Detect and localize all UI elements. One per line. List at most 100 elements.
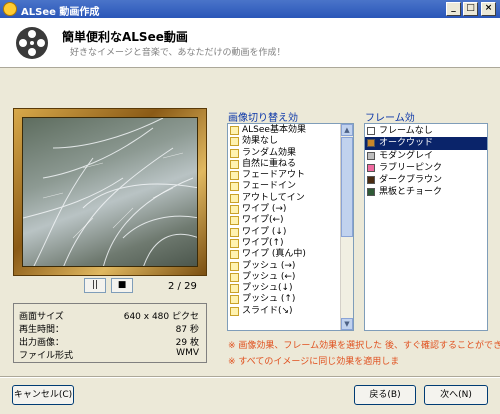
transition-label: ランダム効果 — [242, 147, 297, 158]
transition-effect-icon — [230, 137, 239, 147]
frame-label: フレームなし — [379, 126, 433, 136]
scroll-down-arrow-icon[interactable]: ▼ — [341, 318, 353, 330]
frame-swatch-icon — [367, 151, 375, 160]
note-preview: ※ 画像効果、フレーム効果を選択した 後、すぐ確認することができ — [228, 341, 500, 351]
frame-list-item[interactable]: 黒板とチョーク — [365, 186, 487, 198]
transition-label: プッシュ(↓) — [242, 283, 293, 294]
transition-list-item[interactable]: プッシュ (→) — [228, 261, 341, 272]
transition-list-item[interactable]: ALSee基本効果 — [228, 125, 341, 136]
preview-image — [22, 117, 198, 267]
info-row-duration: 再生時間： 87 秒 — [19, 322, 203, 335]
info-label: 再生時間： — [19, 325, 65, 335]
frame-list-item[interactable]: モダングレイ — [365, 150, 487, 162]
transition-list-item[interactable]: ランダム効果 — [228, 148, 341, 159]
info-value: 29 枚 — [175, 338, 199, 348]
transition-effect-icon — [230, 295, 239, 305]
transition-list-item[interactable]: プッシュ(↓) — [228, 283, 341, 294]
frames-label: フレーム効 — [365, 113, 415, 124]
transition-effect-icon — [230, 126, 239, 135]
transitions-scrollbar[interactable]: ▲ ▼ — [340, 124, 353, 330]
transition-effect-icon — [230, 159, 239, 169]
frame-label: 黒板とチョーク — [379, 187, 443, 198]
page-counter: 2 / 29 — [168, 281, 197, 292]
transition-label: ワイプ(←) — [242, 215, 284, 226]
transition-label: プッシュ (←) — [242, 271, 296, 282]
transition-label: スライド(↘) — [242, 305, 293, 316]
transitions-label: 画像切り替え効 — [228, 113, 298, 124]
info-row-format: ファイル形式 WMV — [19, 348, 203, 361]
back-button[interactable]: 戻る(B) — [354, 385, 416, 405]
transition-label: ワイプ(↑) — [242, 237, 284, 248]
transition-effect-icon — [230, 306, 239, 316]
scroll-up-arrow-icon[interactable]: ▲ — [341, 124, 353, 136]
next-button[interactable]: 次へ(N) — [424, 385, 488, 405]
transition-label: ワイプ (真ん中) — [242, 249, 306, 260]
frame-label: モダングレイ — [379, 150, 434, 161]
transition-label: アウトしてイン — [242, 192, 305, 203]
frame-list-item[interactable]: ダークブラウン — [365, 174, 487, 186]
cancel-button[interactable]: キャンセル(C) — [12, 385, 74, 405]
transition-list-item[interactable]: プッシュ (←) — [228, 272, 341, 283]
frame-label: オークウッド — [379, 138, 434, 149]
transition-effect-icon — [230, 284, 239, 294]
info-panel: 画面サイズ 640 x 480 ピクセ 再生時間： 87 秒 出力画像： 29 … — [13, 303, 207, 363]
transition-label: ワイプ (→) — [242, 204, 287, 215]
transition-label: 自然に重ねる — [242, 158, 297, 169]
transition-effect-icon — [230, 171, 239, 181]
transition-list-item[interactable]: ワイプ (↓) — [228, 227, 341, 238]
title-bar: ALSee 動画作成 _ □ × — [0, 0, 500, 18]
footer-divider — [0, 376, 500, 378]
transition-effect-icon — [230, 193, 239, 203]
transition-label: 効果なし — [242, 136, 279, 147]
transition-list-item[interactable]: 自然に重ねる — [228, 159, 341, 170]
transition-label: プッシュ (↑) — [242, 294, 296, 305]
snowy-trees-picture — [23, 118, 197, 266]
frame-swatch-icon — [367, 176, 375, 185]
frame-list-item[interactable]: ラブリーピンク — [365, 162, 487, 174]
info-label: 画面サイズ — [19, 312, 64, 322]
transition-label: フェードアウト — [242, 170, 306, 181]
transitions-list[interactable]: ALSee基本効果 効果なし ランダム効果 自然に重ねる フェードアウト フェードイン アウ… — [227, 123, 354, 331]
frame-swatch-icon — [367, 163, 375, 172]
frames-list[interactable]: フレームなし オークウッド モダングレイ ラブリーピンク ダークブラウン 黒板とチョーク — [364, 123, 488, 331]
stop-button[interactable]: ■ — [111, 278, 133, 293]
transition-list-item[interactable]: フェードアウト — [228, 170, 341, 181]
transition-effect-icon — [230, 272, 239, 282]
maximize-button[interactable]: □ — [463, 2, 478, 16]
info-row-images: 出力画像： 29 枚 — [19, 335, 203, 348]
frame-swatch-icon — [367, 188, 375, 197]
info-label: ファイル形式 — [19, 351, 74, 361]
pause-button[interactable]: || — [84, 278, 106, 293]
alsee-movie-window: ALSee 動画作成 _ □ × 簡単便利なALSee動画 好きなイメージと音楽… — [0, 0, 500, 414]
transition-label: ワイプ (↓) — [242, 226, 287, 237]
transition-list-item[interactable]: ワイプ (真ん中) — [228, 249, 341, 260]
frame-list-item[interactable]: オークウッド — [365, 137, 487, 150]
header-subtitle: 好きなイメージと音楽で、あなただけの動画を作成！ — [70, 48, 286, 58]
transition-list-item[interactable]: スライド(↘) — [228, 306, 341, 317]
frame-label: ラブリーピンク — [379, 162, 443, 173]
frame-label: ダークブラウン — [379, 175, 443, 186]
transition-label: ALSee基本効果 — [242, 125, 306, 135]
transition-list-item[interactable]: フェードイン — [228, 181, 341, 192]
transition-label: プッシュ (→) — [242, 260, 296, 271]
transition-list-item[interactable]: アウトしてイン — [228, 193, 341, 204]
transition-label: フェードイン — [242, 181, 297, 192]
frame-swatch-icon — [367, 127, 375, 135]
note-apply-all: ※ すべてのイメージに同じ効果を適用しま — [228, 357, 400, 367]
info-label: 出力画像： — [19, 338, 65, 348]
info-row-size: 画面サイズ 640 x 480 ピクセ — [19, 309, 203, 322]
transition-effect-icon — [230, 182, 239, 192]
transition-list-item[interactable]: ワイプ(↑) — [228, 238, 341, 249]
close-button[interactable]: × — [481, 2, 496, 16]
transition-list-item[interactable]: プッシュ (↑) — [228, 294, 341, 305]
transition-list-item[interactable]: ワイプ (→) — [228, 204, 341, 215]
frame-list-item[interactable]: フレームなし — [365, 125, 487, 137]
preview-frame — [13, 108, 207, 276]
transition-list-item[interactable]: ワイプ(←) — [228, 215, 341, 226]
scroll-thumb[interactable] — [341, 137, 353, 237]
info-value: 87 秒 — [175, 325, 199, 335]
alsee-app-icon — [3, 2, 17, 16]
transition-effect-icon — [230, 205, 239, 215]
minimize-button[interactable]: _ — [446, 2, 461, 16]
transition-list-item[interactable]: 効果なし — [228, 136, 341, 147]
